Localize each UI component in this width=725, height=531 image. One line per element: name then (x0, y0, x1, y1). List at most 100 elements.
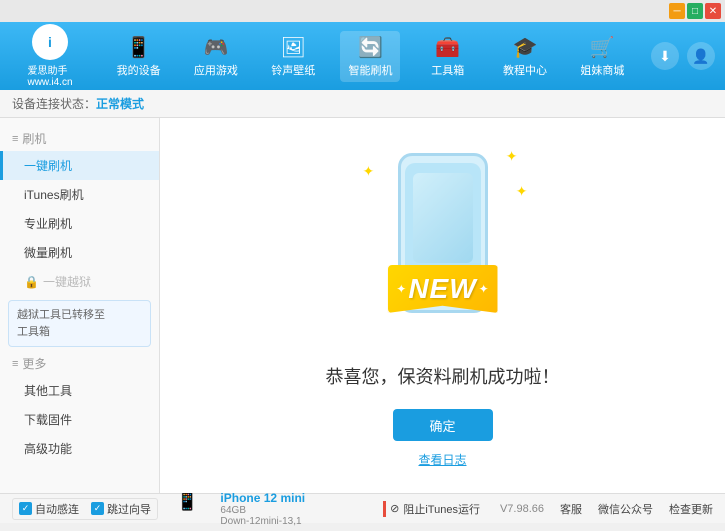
guide-label: 跳过向导 (107, 501, 151, 517)
smart-shop-label: 智能刷机 (348, 62, 392, 78)
minimize-button[interactable]: ─ (669, 3, 685, 19)
toolbox-label: 工具箱 (431, 62, 464, 78)
device-storage: 64GB (220, 505, 305, 516)
download-button[interactable]: ⬇ (651, 42, 679, 70)
jailbreak-notice: 越狱工具已转移至 工具箱 (8, 300, 151, 347)
itunes-notice[interactable]: ⊘ 阻止iTunes运行 (383, 501, 480, 517)
sidebar-item-micro-flash[interactable]: 微量刷机 (0, 238, 159, 267)
main-layout: ≡ 刷机 一键刷机 iTunes刷机 专业刷机 微量刷机 🔒 一键越狱 越狱工具… (0, 118, 725, 493)
bottom-right: V7.98.66 客服 微信公众号 检查更新 (500, 501, 713, 517)
status-value: 正常模式 (96, 95, 144, 112)
nav-item-store[interactable]: 🛒 姐妹商城 (572, 31, 632, 82)
version-text: V7.98.66 (500, 503, 544, 515)
store-label: 姐妹商城 (580, 62, 624, 78)
guide-cb-box[interactable]: ✓ (91, 502, 104, 515)
tutorial-label: 教程中心 (503, 62, 547, 78)
confirm-button[interactable]: 确定 (393, 409, 493, 441)
nav-items: 📱 我的设备 🎮 应用游戏 🖼 铃声壁纸 🔄 智能刷机 🧰 工具箱 🎓 教程中心… (100, 22, 641, 90)
itunes-flash-label: iTunes刷机 (24, 188, 84, 202)
nav-item-smart-shop[interactable]: 🔄 智能刷机 (340, 31, 400, 82)
user-button[interactable]: 👤 (687, 42, 715, 70)
guide-checkbox[interactable]: ✓ 跳过向导 (91, 501, 151, 517)
lock-icon: 🔒 (24, 275, 39, 289)
content-area: ✦ ✦ ✦ ✦ NEW ✦ 恭喜您，保资料刷机成功啦！ 确定 查看日志 (160, 118, 725, 493)
itunes-notice-text: 阻止iTunes运行 (403, 501, 480, 517)
sidebar-section-flash[interactable]: ≡ 刷机 (0, 126, 159, 151)
jailbreak-section-label: 一键越狱 (43, 273, 91, 290)
device-firmware: Down-12mini-13,1 (220, 516, 305, 527)
wechat-official-link[interactable]: 微信公众号 (598, 501, 653, 517)
auto-connect-check-icon: ✓ (22, 503, 30, 514)
sidebar-section-jailbreak: 🔒 一键越狱 (0, 267, 159, 296)
device-phone-icon: 📱 (176, 491, 198, 512)
nav-item-apps-games[interactable]: 🎮 应用游戏 (186, 31, 246, 82)
auto-connect-checkbox[interactable]: ✓ 自动感连 (19, 501, 79, 517)
maximize-button[interactable]: □ (687, 3, 703, 19)
logo-circle-text: i (48, 34, 52, 50)
one-click-flash-label: 一键刷机 (24, 159, 72, 173)
apps-games-label: 应用游戏 (194, 62, 238, 78)
wallpaper-label: 铃声壁纸 (271, 62, 315, 78)
sidebar: ≡ 刷机 一键刷机 iTunes刷机 专业刷机 微量刷机 🔒 一键越狱 越狱工具… (0, 118, 160, 493)
sidebar-section-more[interactable]: ≡ 更多 (0, 351, 159, 376)
nav-item-my-device[interactable]: 📱 我的设备 (109, 31, 169, 82)
sidebar-item-download-fw[interactable]: 下载固件 (0, 405, 159, 434)
nav-item-wallpaper[interactable]: 🖼 铃声壁纸 (263, 31, 323, 82)
app-name-text: 爱思助手 (27, 66, 67, 77)
website-text: www.i4.cn (27, 77, 72, 88)
flash-section-label: 刷机 (22, 130, 46, 147)
new-star-right: ✦ (479, 282, 489, 296)
jailbreak-notice-text: 越狱工具已转移至 工具箱 (17, 309, 105, 338)
status-label: 设备连接状态： (12, 95, 96, 112)
nav-right: ⬇ 👤 (641, 42, 725, 70)
phone-screen-inner (413, 173, 473, 263)
nav-item-toolbox[interactable]: 🧰 工具箱 (418, 31, 478, 82)
sparkle-2-icon: ✦ (506, 148, 518, 165)
sidebar-item-pro-flash[interactable]: 专业刷机 (0, 209, 159, 238)
download-fw-label: 下载固件 (24, 413, 72, 427)
new-ribbon: ✦ NEW ✦ (388, 265, 498, 313)
pro-flash-label: 专业刷机 (24, 217, 72, 231)
smart-shop-icon: 🔄 (358, 35, 383, 60)
logo-icon: i (32, 24, 68, 60)
success-title: 恭喜您，保资料刷机成功啦！ (326, 363, 560, 389)
apps-games-icon: 🎮 (203, 35, 228, 60)
sparkle-1-icon: ✦ (363, 163, 375, 180)
top-nav: i 爱思助手 www.i4.cn 📱 我的设备 🎮 应用游戏 🖼 铃声壁纸 🔄 … (0, 22, 725, 90)
guide-check-icon: ✓ (94, 503, 102, 514)
sidebar-item-itunes-flash[interactable]: iTunes刷机 (0, 180, 159, 209)
micro-flash-label: 微量刷机 (24, 246, 72, 260)
other-tools-label: 其他工具 (24, 384, 72, 398)
itunes-notice-icon: ⊘ (390, 502, 399, 515)
my-device-icon: 📱 (126, 35, 151, 60)
sidebar-item-one-click-flash[interactable]: 一键刷机 (0, 151, 159, 180)
nav-item-tutorial[interactable]: 🎓 教程中心 (495, 31, 555, 82)
new-badge-text: NEW (408, 273, 476, 305)
tutorial-icon: 🎓 (513, 35, 538, 60)
bottom-left: ✓ 自动感连 ✓ 跳过向导 📱 iPhone 12 mini 64GB Down… (12, 487, 383, 531)
more-section-label: 更多 (22, 355, 46, 372)
device-info-section: 📱 iPhone 12 mini 64GB Down-12mini-13,1 (166, 487, 315, 531)
flash-section-icon: ≡ (12, 133, 18, 145)
sparkle-3-icon: ✦ (516, 183, 528, 200)
log-link[interactable]: 查看日志 (418, 451, 466, 468)
logo-area: i 爱思助手 www.i4.cn (0, 24, 100, 88)
sidebar-item-other-tools[interactable]: 其他工具 (0, 376, 159, 405)
auto-connect-cb-box[interactable]: ✓ (19, 502, 32, 515)
device-info: iPhone 12 mini 64GB Down-12mini-13,1 (220, 491, 305, 527)
check-update-link[interactable]: 检查更新 (669, 501, 713, 517)
more-section-icon: ≡ (12, 358, 18, 370)
wallpaper-icon: 🖼 (281, 35, 306, 60)
close-button[interactable]: ✕ (705, 3, 721, 19)
toolbox-icon: 🧰 (435, 35, 460, 60)
title-bar: ─ □ ✕ (0, 0, 725, 22)
status-bar: 设备连接状态： 正常模式 (0, 90, 725, 118)
customer-service-link[interactable]: 客服 (560, 501, 582, 517)
my-device-label: 我的设备 (117, 62, 161, 78)
sidebar-item-advanced[interactable]: 高级功能 (0, 434, 159, 463)
new-star-left: ✦ (396, 282, 406, 296)
bottom-bar: ✓ 自动感连 ✓ 跳过向导 📱 iPhone 12 mini 64GB Down… (0, 493, 725, 523)
store-icon: 🛒 (590, 35, 615, 60)
advanced-label: 高级功能 (24, 442, 72, 456)
auto-connect-label: 自动感连 (35, 501, 79, 517)
